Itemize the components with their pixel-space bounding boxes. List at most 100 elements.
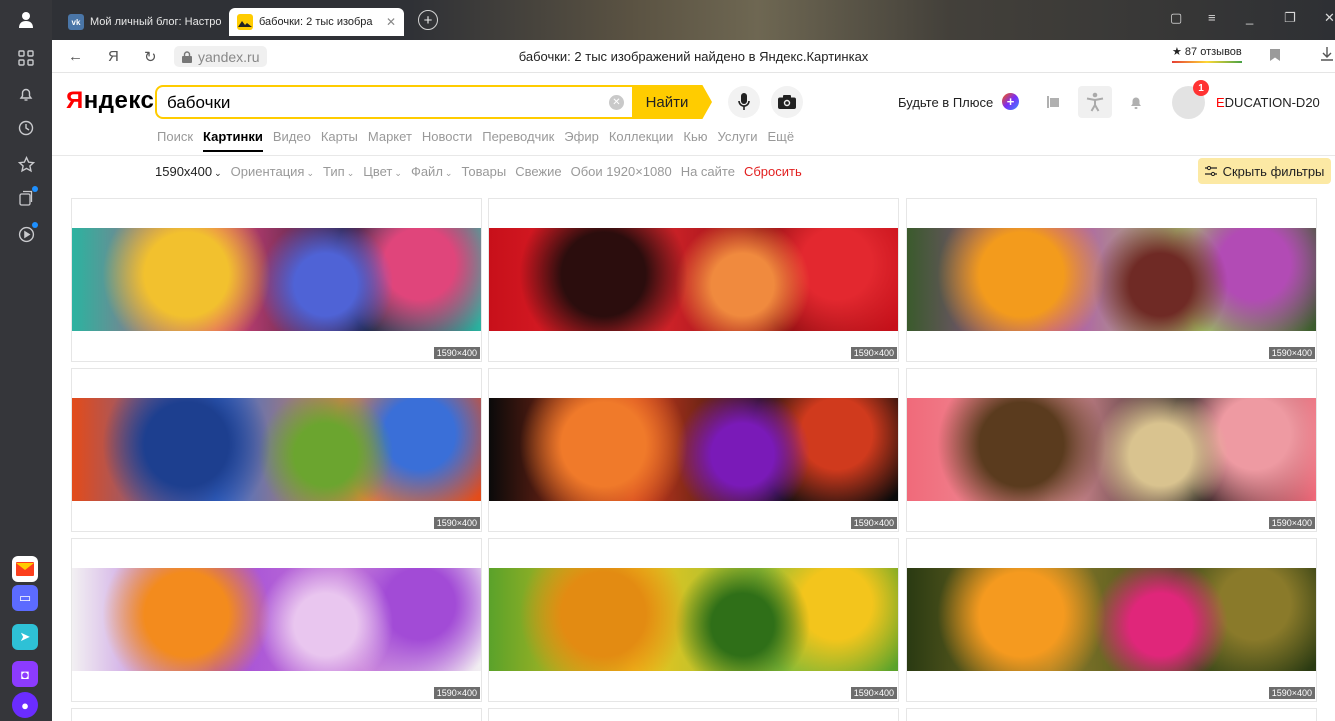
collections-flag-icon[interactable]: [1044, 93, 1062, 111]
reviews-badge[interactable]: ★ 87 отзывов: [1172, 45, 1242, 63]
menu-icon[interactable]: ≡: [1208, 10, 1216, 25]
butterfly-image[interactable]: [489, 398, 898, 501]
result-card[interactable]: [488, 708, 899, 721]
filter-label: Сбросить: [743, 164, 802, 179]
service-tab[interactable]: Переводчик: [482, 129, 554, 144]
chevron-down-icon: ⌄: [214, 168, 222, 178]
butterfly-image[interactable]: [489, 228, 898, 331]
result-card[interactable]: 1590×400: [488, 538, 899, 702]
search-button[interactable]: Найти: [632, 85, 712, 119]
bookmark-icon[interactable]: [1270, 48, 1280, 65]
filter-item[interactable]: Тип ⌄: [323, 164, 354, 179]
history-clock-icon[interactable]: [16, 118, 36, 138]
filter-item[interactable]: Свежие: [515, 164, 561, 179]
result-card[interactable]: 1590×400: [488, 198, 899, 362]
butterfly-image[interactable]: [907, 228, 1316, 331]
filter-item[interactable]: Цвет ⌄: [363, 164, 402, 179]
username[interactable]: EDUCATION-D20: [1216, 95, 1320, 110]
filter-item[interactable]: 1590x400 ⌄: [155, 164, 222, 179]
yandex-logo[interactable]: Яндекс: [66, 87, 154, 115]
mail-app-icon[interactable]: [12, 556, 38, 582]
butterfly-image[interactable]: [72, 398, 481, 501]
media-player-icon[interactable]: [16, 222, 38, 244]
service-tab[interactable]: Карты: [321, 129, 358, 144]
favorites-star-icon[interactable]: [16, 154, 36, 174]
butterfly-image[interactable]: [489, 568, 898, 671]
result-card[interactable]: 1590×400: [906, 368, 1317, 532]
apps-grid-icon[interactable]: [16, 48, 36, 68]
close-tab-icon[interactable]: ✕: [386, 15, 396, 29]
url-host: yandex.ru: [198, 48, 260, 65]
result-card[interactable]: 1590×400: [488, 368, 899, 532]
service-tab[interactable]: Кью: [683, 129, 707, 144]
plus-promo-link[interactable]: Будьте в Плюсе: [898, 95, 993, 110]
market-app-icon[interactable]: ◘: [12, 661, 38, 687]
reset-filters-link[interactable]: Сбросить: [744, 164, 802, 179]
service-tab[interactable]: Новости: [422, 129, 472, 144]
minimize-icon[interactable]: _: [1246, 10, 1253, 25]
result-card[interactable]: [71, 708, 482, 721]
close-window-icon[interactable]: ✕: [1324, 10, 1335, 26]
filter-label: Обои 1920×1080: [570, 164, 672, 179]
send-app-icon[interactable]: ➤: [12, 624, 38, 650]
butterfly-image[interactable]: [72, 568, 481, 671]
alice-assistant-icon[interactable]: ●: [12, 692, 38, 718]
voice-search-button[interactable]: [728, 86, 760, 118]
result-card[interactable]: 1590×400: [906, 198, 1317, 362]
filter-item[interactable]: Файл ⌄: [411, 164, 453, 179]
service-tab[interactable]: Услуги: [718, 129, 758, 144]
filter-item[interactable]: Товары: [461, 164, 506, 179]
notifications-bell-icon[interactable]: [1127, 93, 1145, 111]
result-card[interactable]: 1590×400: [71, 538, 482, 702]
filter-item[interactable]: Обои 1920×1080: [571, 164, 672, 179]
tab-yandex-images[interactable]: бабочки: 2 тыс изобра ✕: [229, 8, 404, 36]
browser-sidebar: ▭ ➤ ◘ ●: [0, 0, 52, 721]
butterfly-image[interactable]: [72, 228, 481, 331]
tab-label: Мой личный блог: Настро: [90, 16, 222, 28]
bell-icon[interactable]: [16, 84, 36, 104]
profile-icon[interactable]: [16, 10, 36, 30]
new-tab-button[interactable]: +: [418, 10, 438, 30]
downloads-icon[interactable]: [1320, 46, 1334, 66]
filter-item[interactable]: Ориентация ⌄: [231, 164, 314, 179]
image-size-badge: 1590×400: [1268, 347, 1315, 359]
yandex-home-icon[interactable]: Я: [108, 48, 119, 65]
filter-label: Тип: [323, 164, 345, 179]
image-size-badge: 1590×400: [433, 517, 480, 529]
service-tab[interactable]: Ещё: [767, 129, 794, 144]
plus-icon[interactable]: +: [1002, 93, 1019, 110]
service-tab[interactable]: Эфир: [564, 129, 599, 144]
service-tab[interactable]: Маркет: [368, 129, 412, 144]
tab-manager-icon[interactable]: ▢: [1170, 10, 1182, 26]
image-search-button[interactable]: [771, 86, 803, 118]
filter-item[interactable]: На сайте: [681, 164, 735, 179]
service-tab[interactable]: Коллекции: [609, 129, 674, 144]
butterfly-image[interactable]: [907, 568, 1316, 671]
result-card[interactable]: 1590×400: [71, 368, 482, 532]
hide-filters-button[interactable]: Скрыть фильтры: [1198, 158, 1331, 184]
filter-label: Товары: [461, 164, 507, 179]
restore-icon[interactable]: ❐: [1284, 10, 1296, 26]
search-input[interactable]: [167, 92, 597, 114]
image-size-badge: 1590×400: [433, 687, 480, 699]
username-rest: DUCATION-D20: [1224, 95, 1320, 110]
accessibility-icon[interactable]: [1078, 86, 1112, 118]
reload-icon[interactable]: ↻: [144, 48, 157, 66]
result-card[interactable]: 1590×400: [71, 198, 482, 362]
service-tab[interactable]: Видео: [273, 129, 311, 144]
result-card[interactable]: [906, 708, 1317, 721]
image-size-badge: 1590×400: [850, 347, 897, 359]
service-tab[interactable]: Поиск: [157, 129, 193, 144]
url-field[interactable]: yandex.ru: [174, 46, 268, 67]
collections-icon[interactable]: [16, 186, 38, 208]
service-tab[interactable]: Картинки: [203, 129, 263, 152]
tab-blog[interactable]: vk Мой личный блог: Настро: [60, 8, 225, 36]
messenger-app-icon[interactable]: ▭: [12, 585, 38, 611]
tab-strip: vk Мой личный блог: Настро бабочки: 2 ты…: [52, 0, 1335, 40]
back-icon[interactable]: ←: [68, 48, 83, 65]
clear-search-icon[interactable]: ✕: [609, 95, 624, 110]
hide-filters-label: Скрыть фильтры: [1222, 163, 1325, 179]
services-nav: Поиск Картинки Видео Карты Маркет Новости Пере…: [157, 129, 794, 152]
result-card[interactable]: 1590×400: [906, 538, 1317, 702]
butterfly-image[interactable]: [907, 398, 1316, 501]
